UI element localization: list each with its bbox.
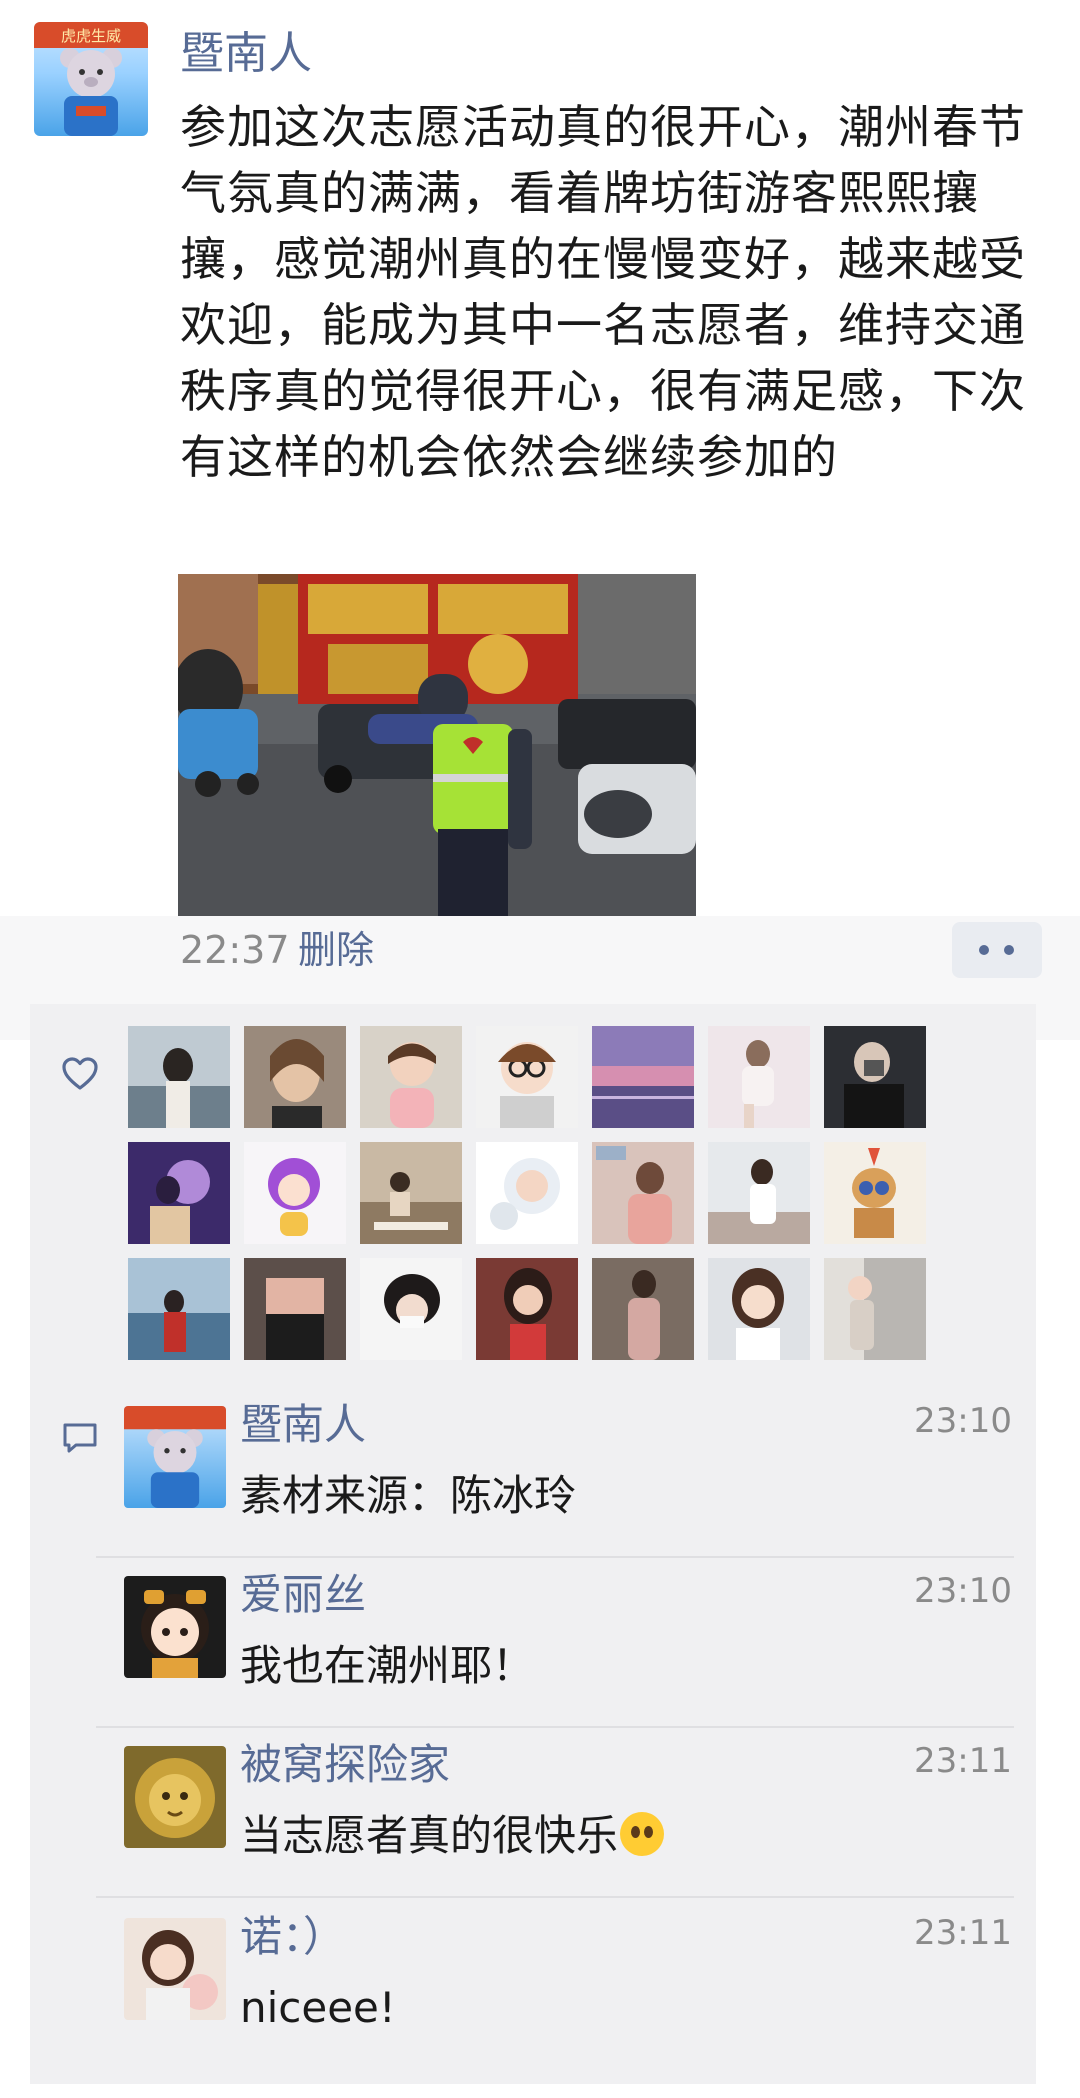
comment-text-content: 当志愿者真的很快乐 (240, 1811, 619, 1860)
author-name[interactable]: 暨南人 (180, 26, 312, 82)
like-avatar[interactable] (360, 1142, 462, 1244)
avatar-image (128, 1142, 230, 1244)
comment-time: 23:11 (914, 1741, 1012, 1781)
like-avatar[interactable] (360, 1258, 462, 1360)
like-avatar[interactable] (592, 1142, 694, 1244)
comment-author[interactable]: 爱丽丝 (240, 1568, 366, 1622)
like-avatar[interactable] (708, 1026, 810, 1128)
post-text: 参加这次志愿活动真的很开心，潮州春节气氛真的满满，看着牌坊街游客熙熙攘攘，感觉潮… (180, 100, 1026, 484)
comment-avatar[interactable] (124, 1576, 226, 1678)
heart-outline-icon (62, 1057, 98, 1090)
more-actions-button[interactable] (952, 922, 1042, 978)
comment-divider (96, 1896, 1014, 1898)
like-avatar[interactable] (824, 1258, 926, 1360)
lion-mask-avatar-icon (124, 1746, 226, 1848)
more-dots-icon (1004, 945, 1014, 955)
more-dots-icon (979, 945, 989, 955)
comment-time: 23:10 (914, 1571, 1012, 1611)
avatar-image (476, 1258, 578, 1360)
like-avatar[interactable] (360, 1026, 462, 1128)
avatar-image (360, 1142, 462, 1244)
comment-divider (96, 1726, 1014, 1728)
author-avatar[interactable]: 虎虎生威 (34, 22, 148, 136)
avatar-image (244, 1026, 346, 1128)
post-time: 22:37 (180, 928, 290, 972)
avatar-image (592, 1142, 694, 1244)
like-avatar[interactable] (128, 1142, 230, 1244)
avatar-image (824, 1142, 926, 1244)
comment-bubble-icon (63, 1423, 97, 1453)
post-photo[interactable] (178, 574, 696, 916)
bear-mascot-icon (124, 1406, 226, 1508)
comment-avatar[interactable] (124, 1918, 226, 2020)
like-avatar[interactable] (128, 1026, 230, 1128)
avatar-image (708, 1142, 810, 1244)
like-avatar[interactable] (824, 1142, 926, 1244)
avatar-image (244, 1142, 346, 1244)
like-avatar[interactable] (476, 1258, 578, 1360)
like-avatar[interactable] (244, 1258, 346, 1360)
avatar-image (124, 1918, 226, 2020)
avatar-image (360, 1258, 462, 1360)
avatar-image (592, 1258, 694, 1360)
cartoon-girl-avatar-icon (124, 1576, 226, 1678)
like-avatar[interactable] (244, 1142, 346, 1244)
comment-time: 23:10 (914, 1401, 1012, 1441)
avatar-image (824, 1258, 926, 1360)
like-avatar[interactable] (592, 1258, 694, 1360)
avatar-image (708, 1026, 810, 1128)
avatar-image (360, 1026, 462, 1128)
avatar-image (824, 1026, 926, 1128)
avatar-image (708, 1258, 810, 1360)
like-avatar[interactable] (476, 1142, 578, 1244)
delete-link[interactable]: 删除 (298, 926, 374, 974)
avatar-image (476, 1142, 578, 1244)
like-avatar[interactable] (708, 1142, 810, 1244)
like-avatar[interactable] (476, 1026, 578, 1128)
like-avatar[interactable] (824, 1026, 926, 1128)
like-avatar[interactable] (592, 1026, 694, 1128)
comment-author[interactable]: 被窝探险家 (240, 1738, 450, 1792)
comment-author[interactable]: 暨南人 (240, 1398, 366, 1452)
pleading-face-emoji-icon (620, 1812, 665, 1856)
avatar-badge-text: 虎虎生威 (61, 27, 121, 45)
avatar-image (476, 1026, 578, 1128)
avatar-image (592, 1026, 694, 1128)
avatar-image (128, 1026, 230, 1128)
like-avatar[interactable] (708, 1258, 810, 1360)
comment-text[interactable]: niceee! (240, 1980, 396, 2036)
comment-time: 23:11 (914, 1913, 1012, 1953)
avatar-image (244, 1258, 346, 1360)
comment-avatar[interactable] (124, 1406, 226, 1508)
like-avatar[interactable] (128, 1258, 230, 1360)
comment-text[interactable]: 当志愿者真的很快乐 (240, 1808, 665, 1864)
comment-author[interactable]: 诺：） (240, 1910, 345, 1964)
comment-avatar[interactable] (124, 1746, 226, 1848)
avatar-image (128, 1258, 230, 1360)
comment-divider (96, 1556, 1014, 1558)
comment-text[interactable]: 我也在潮州耶！ (240, 1638, 534, 1694)
volunteer-photo-image (178, 574, 696, 916)
bear-mascot-icon: 虎虎生威 (34, 22, 148, 136)
like-avatar[interactable] (244, 1026, 346, 1128)
comment-text[interactable]: 素材来源：陈冰玲 (240, 1468, 576, 1524)
